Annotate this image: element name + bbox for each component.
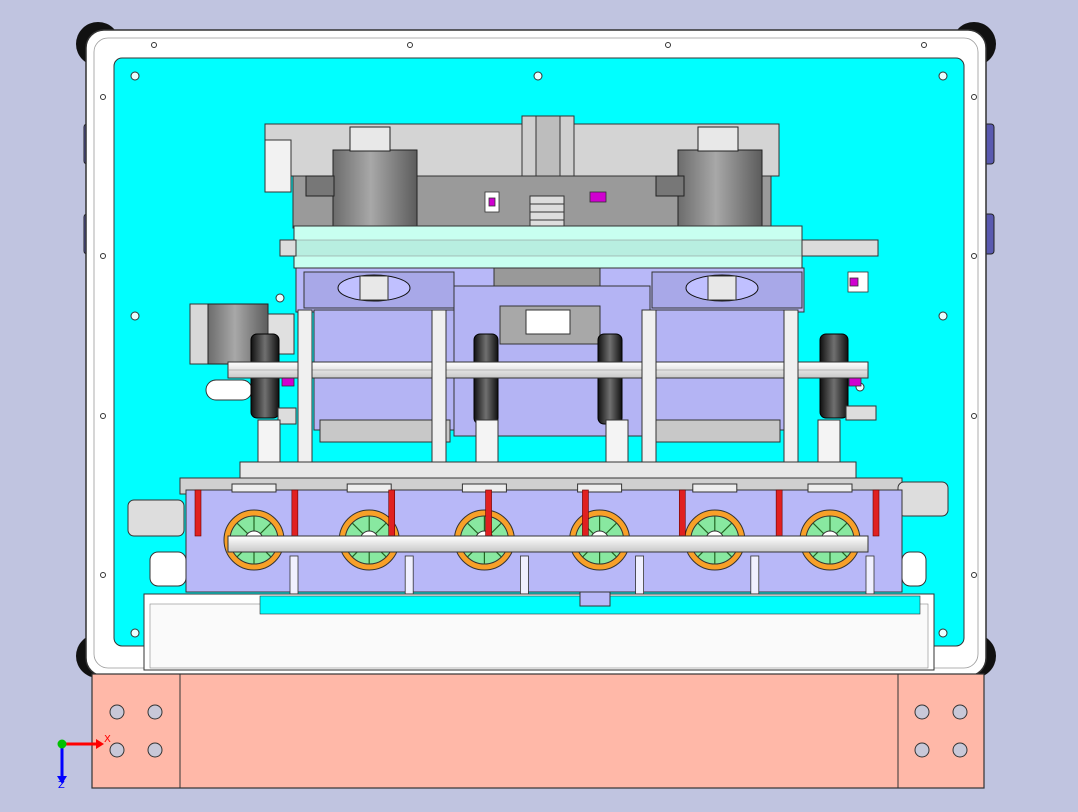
z-axis-label: Z xyxy=(58,780,65,791)
machine-assembly-drawing xyxy=(0,0,1078,808)
red-rod-4 xyxy=(485,489,492,537)
red-rod-1 xyxy=(194,489,202,537)
red-rod-7 xyxy=(775,489,783,537)
cad-viewport[interactable]: X Z xyxy=(0,0,1078,808)
red-rod-6 xyxy=(678,489,686,537)
bottom-plate xyxy=(143,591,935,671)
lower-front-bar xyxy=(227,535,869,553)
red-rod-3 xyxy=(388,489,396,537)
pink-base xyxy=(91,673,985,789)
red-rod-8 xyxy=(872,489,880,537)
center-coupling xyxy=(529,195,565,231)
lower-carriage-rail xyxy=(179,461,903,495)
red-rod-2 xyxy=(291,489,299,537)
main-beam xyxy=(279,225,879,269)
red-rod-5 xyxy=(582,489,589,537)
lavender-carriage xyxy=(295,267,805,443)
x-axis-label: X xyxy=(104,734,111,745)
